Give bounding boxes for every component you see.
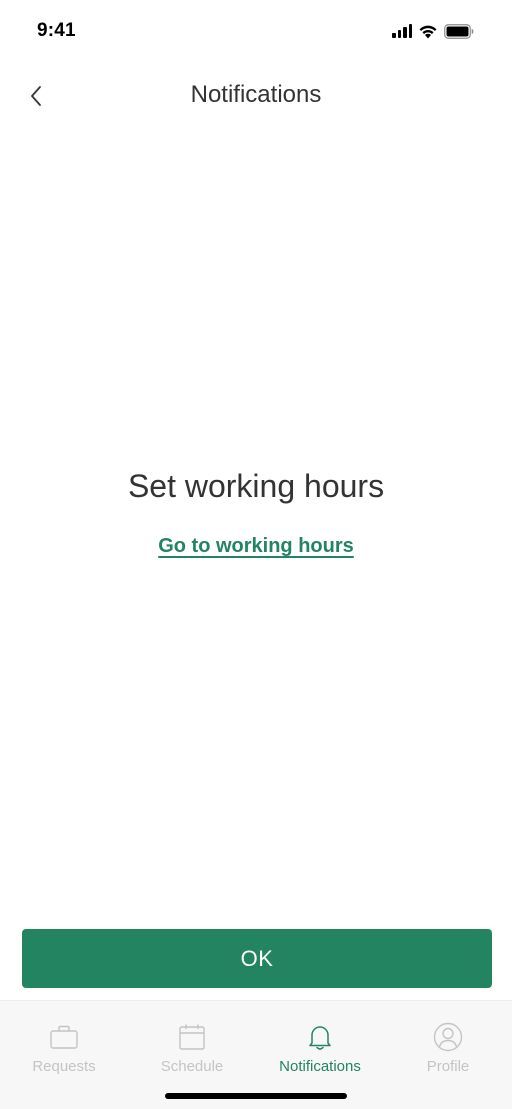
cellular-signal-icon [392,24,412,38]
calendar-icon [178,1023,206,1051]
status-icons [392,22,474,40]
tab-profile[interactable]: Profile [384,1001,512,1083]
home-indicator [165,1093,347,1099]
empty-state: Set working hours Go to working hours [0,468,512,558]
page-title: Notifications [190,81,322,108]
tab-label: Notifications [279,1058,361,1075]
ok-button[interactable]: OK [22,929,492,988]
nav-bar: Notifications [0,66,512,126]
tab-schedule[interactable]: Schedule [128,1001,256,1083]
go-to-working-hours-link[interactable]: Go to working hours [158,535,354,558]
tab-label: Requests [32,1058,96,1075]
tab-notifications[interactable]: Notifications [256,1001,384,1083]
user-icon [433,1022,463,1052]
battery-icon [444,23,474,39]
status-time: 9:41 [37,20,76,41]
wifi-icon [418,24,438,39]
briefcase-icon [49,1023,79,1051]
tab-label: Schedule [160,1058,224,1075]
tab-requests[interactable]: Requests [0,1001,128,1083]
tab-label: Profile [426,1058,470,1075]
status-bar: 9:41 [0,0,512,60]
tab-bar: Requests Schedule Notifications Profile [0,1000,512,1109]
empty-state-title: Set working hours [127,468,385,504]
bell-icon [307,1023,333,1051]
